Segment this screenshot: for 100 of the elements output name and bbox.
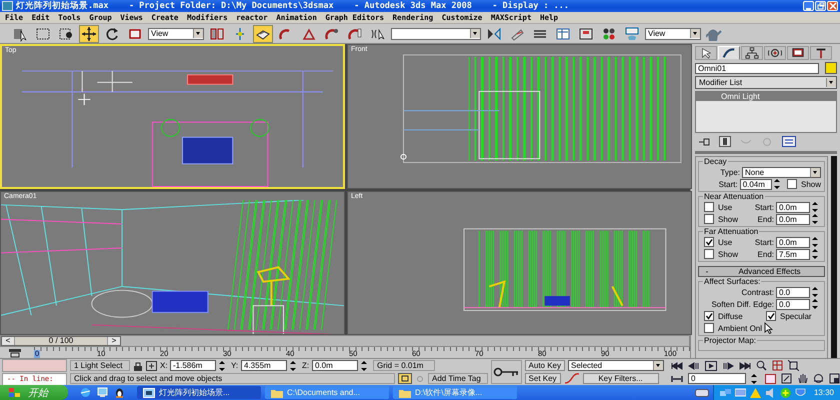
mirror-icon <box>486 26 502 42</box>
window-select-icon <box>58 26 74 42</box>
key-icon <box>493 367 520 377</box>
time-slider-thumb[interactable]: < 0 / 100 > <box>1 336 121 346</box>
key-mode-dropdown[interactable]: Selected <box>568 360 664 371</box>
snap-toggle-button[interactable] <box>253 24 273 42</box>
toolbar-dropdown[interactable]: View <box>148 28 204 40</box>
selection-count: 1 Light Select <box>70 360 130 371</box>
spinner-icon[interactable] <box>290 360 296 370</box>
rotate-icon <box>104 26 120 42</box>
go-to-end-icon[interactable] <box>739 362 751 370</box>
diffuse-checkbox[interactable] <box>704 311 714 321</box>
zoom-all-icon[interactable] <box>772 360 783 371</box>
time-slider[interactable]: < 0 / 100 > <box>0 335 690 347</box>
restore-icon <box>816 2 824 10</box>
decay-start-field[interactable]: 0.04m <box>740 178 772 190</box>
keyboard-icon[interactable] <box>694 388 709 396</box>
create-cursor-icon <box>699 46 713 60</box>
folder-icon <box>271 388 283 398</box>
listener-output-field[interactable] <box>2 358 67 372</box>
toolbar-dropdown[interactable] <box>391 28 481 40</box>
spinner-icon[interactable] <box>361 360 367 370</box>
panel-tab[interactable] <box>695 46 717 60</box>
lock-icon[interactable] <box>133 360 143 370</box>
close-button[interactable] <box>827 1 838 11</box>
time-tag-icon[interactable] <box>398 373 412 384</box>
rollout-header[interactable]: - Advanced Effects <box>698 266 825 277</box>
soften-field[interactable]: 0.0 <box>776 298 810 310</box>
panel-tab[interactable] <box>810 46 832 60</box>
toolbar-dropdown[interactable]: View <box>645 28 701 40</box>
maximize-viewport-icon[interactable] <box>829 373 840 384</box>
move-icon <box>81 26 97 42</box>
restore-button[interactable] <box>815 1 826 11</box>
penguin-icon[interactable] <box>114 387 125 398</box>
current-frame-field[interactable]: 0 <box>688 373 746 384</box>
schematic-icon <box>578 26 594 42</box>
tangent-curve-icon[interactable] <box>564 373 580 384</box>
slider-next-button[interactable]: > <box>107 337 120 345</box>
show-checkbox[interactable] <box>704 214 714 224</box>
collapse-toggle[interactable]: - <box>699 268 715 276</box>
orbit-icon[interactable] <box>813 373 824 384</box>
time-config-icon[interactable] <box>765 374 776 384</box>
x-coordinate-field[interactable]: -1.586m <box>170 360 216 371</box>
stack-item[interactable]: Omni Light <box>696 92 836 101</box>
specular-checkbox[interactable] <box>766 311 776 321</box>
slider-prev-button[interactable]: < <box>2 337 15 345</box>
pin-stack-icon[interactable] <box>698 136 710 146</box>
contrast-field[interactable]: 0.0 <box>776 286 810 298</box>
y-coordinate-field[interactable]: 4.355m <box>241 360 287 371</box>
zoom-icon[interactable] <box>756 360 767 371</box>
zoom-extents-icon[interactable] <box>788 360 799 371</box>
panel-scrollbar[interactable] <box>831 156 837 358</box>
move-button[interactable] <box>79 24 99 42</box>
object-name-field[interactable]: Omni01 <box>695 62 819 74</box>
absolute-mode-icon[interactable] <box>146 360 157 370</box>
previous-frame-icon[interactable] <box>688 362 700 370</box>
checkbox-label: Ambient Onl <box>718 324 762 332</box>
start-field[interactable]: 0.0m <box>776 202 810 212</box>
panel-tab[interactable] <box>741 46 763 60</box>
end-field[interactable]: 0.0m <box>776 214 810 224</box>
ambient-only-checkbox[interactable] <box>704 323 714 333</box>
dropdown-value: Selected <box>571 361 602 370</box>
group-title: Projector Map: <box>703 336 758 345</box>
panel-tab[interactable] <box>764 46 786 60</box>
next-frame-icon[interactable] <box>722 362 734 370</box>
minimize-button[interactable] <box>803 1 814 11</box>
go-to-start-icon[interactable] <box>671 362 683 370</box>
monitor-icon[interactable] <box>734 388 746 398</box>
add-time-tag-button[interactable]: Add Time Tag <box>428 373 488 384</box>
field-of-view-icon[interactable] <box>781 373 792 384</box>
show-checkbox[interactable] <box>786 179 797 189</box>
spinner-icon[interactable] <box>774 179 780 189</box>
set-key-mode-button[interactable]: Set Key <box>524 373 561 384</box>
modifier-list-dropdown[interactable]: Modifier List <box>695 76 837 89</box>
use-checkbox[interactable] <box>704 202 714 212</box>
play-icon[interactable] <box>705 360 717 370</box>
object-color-swatch[interactable] <box>825 62 837 74</box>
set-key-button[interactable] <box>491 360 522 384</box>
panel-tab[interactable] <box>787 46 809 60</box>
z-coordinate-field[interactable]: 0.0m <box>312 360 358 371</box>
key-mode-toggle-icon[interactable] <box>671 374 683 382</box>
spinner-icon[interactable] <box>751 374 757 384</box>
end-field[interactable]: 7.5m <box>776 248 810 260</box>
auto-key-button[interactable]: Auto Key <box>524 360 565 371</box>
pan-hand-icon[interactable] <box>797 373 808 384</box>
desktop-icon[interactable] <box>97 387 108 398</box>
dropdown-value: View <box>648 29 666 38</box>
show-end-result-icon[interactable] <box>719 136 731 147</box>
show-checkbox[interactable] <box>704 249 714 259</box>
browser-icon[interactable] <box>80 387 91 398</box>
start-field[interactable]: 0.0m <box>776 236 810 248</box>
taskbar-button[interactable]: 灯光阵列初始场景... <box>137 386 261 399</box>
use-checkbox[interactable] <box>704 237 714 247</box>
key-filters-button[interactable]: Key Filters... <box>582 373 659 384</box>
decay-type-dropdown[interactable]: None <box>742 166 821 178</box>
app-logo-icon <box>2 1 13 11</box>
spinner-icon[interactable] <box>219 360 225 370</box>
curve-editor-icon <box>555 26 571 42</box>
configure-sets-icon[interactable] <box>782 136 796 147</box>
field-label: Start: <box>718 180 738 188</box>
